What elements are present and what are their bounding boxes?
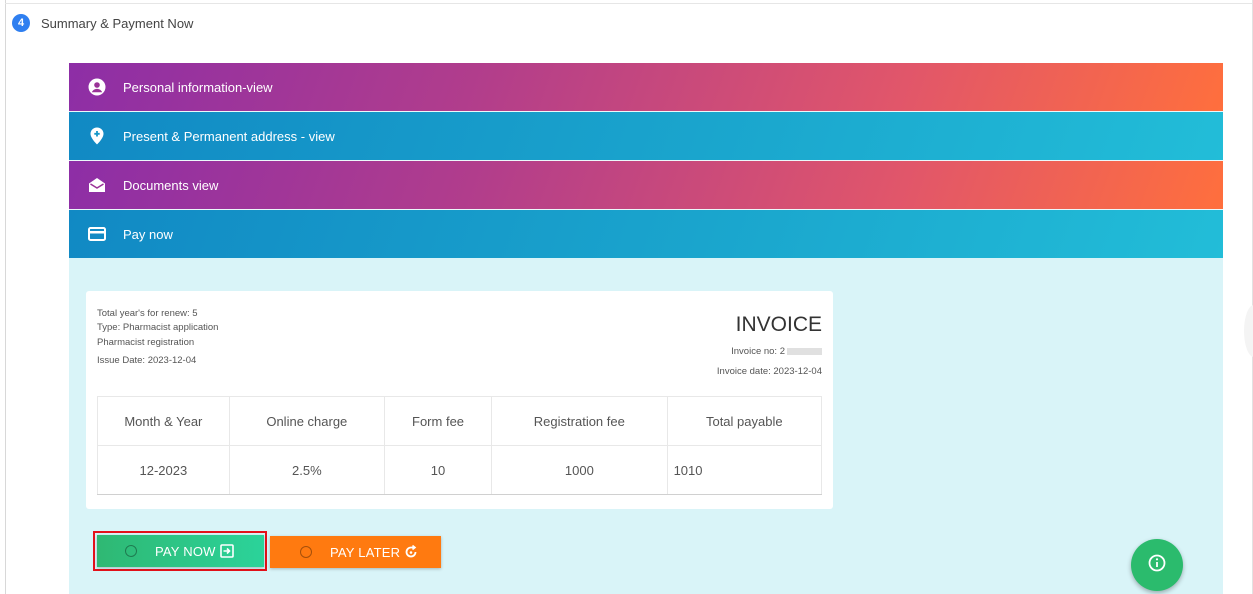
invoice-title: INVOICE (735, 313, 822, 336)
step-title: Summary & Payment Now (41, 15, 194, 31)
radio-indicator (125, 545, 137, 557)
section-label: Personal information-view (123, 79, 273, 95)
sign-in-icon (219, 544, 234, 558)
table-cell: 10 (383, 445, 493, 495)
invoice-number-label: Invoice no: 2 (731, 346, 785, 357)
step-number-badge: 4 (12, 14, 30, 32)
issue-date-text: Issue Date: 2023-12-04 (97, 355, 197, 366)
left-divider (5, 0, 6, 594)
column-header: Form fee (383, 396, 493, 446)
top-divider (5, 3, 1253, 4)
pay-later-label: PAY LATER (330, 544, 401, 560)
section-pay-now[interactable]: Pay now (69, 210, 1223, 258)
invoice-number: Invoice no: 2 (731, 346, 822, 357)
section-label: Documents view (123, 177, 219, 193)
invoice-card: Total year's for renew: 5 Type: Pharmaci… (86, 291, 833, 509)
pay-later-button[interactable]: PAY LATER (270, 536, 441, 568)
redacted-value (787, 348, 822, 355)
step-header: 4 Summary & Payment Now (12, 14, 193, 32)
credit-card-icon (87, 224, 107, 244)
invoice-table: Month & Year Online charge Form fee Regi… (97, 396, 823, 495)
column-header: Month & Year (97, 396, 230, 446)
table-cell: 1010 (666, 445, 823, 495)
table-cell: 2.5% (228, 445, 385, 495)
user-circle-icon (87, 77, 107, 97)
info-icon (1147, 553, 1167, 578)
radio-indicator (300, 546, 312, 558)
registration-text: Pharmacist registration (97, 337, 195, 348)
table-cell: 1000 (491, 445, 668, 495)
envelope-open-icon (87, 175, 107, 195)
pay-now-button[interactable]: PAY NOW (97, 535, 264, 567)
column-header: Total payable (666, 396, 823, 446)
table-cell: 12-2023 (97, 445, 230, 495)
section-address[interactable]: Present & Permanent address - view (69, 112, 1223, 160)
refresh-icon (404, 545, 418, 559)
section-documents[interactable]: Documents view (69, 161, 1223, 209)
application-type-text: Type: Pharmacist application (97, 322, 219, 333)
section-label: Pay now (123, 226, 173, 242)
section-personal-info[interactable]: Personal information-view (69, 63, 1223, 111)
invoice-meta: Total year's for renew: 5 Type: Pharmaci… (97, 305, 218, 369)
map-pin-icon (87, 126, 107, 146)
table-header-row: Month & Year Online charge Form fee Regi… (97, 396, 823, 446)
table-row: 12-2023 2.5% 10 1000 1010 (97, 445, 823, 495)
section-label: Present & Permanent address - view (123, 128, 335, 144)
side-scroll-handle (1244, 305, 1253, 357)
column-header: Registration fee (491, 396, 668, 446)
total-years-text: Total year's for renew: 5 (97, 308, 198, 319)
invoice-date: Invoice date: 2023-12-04 (716, 366, 822, 377)
info-fab-button[interactable] (1131, 539, 1183, 591)
column-header: Online charge (228, 396, 385, 446)
pay-now-label: PAY NOW (155, 543, 216, 559)
